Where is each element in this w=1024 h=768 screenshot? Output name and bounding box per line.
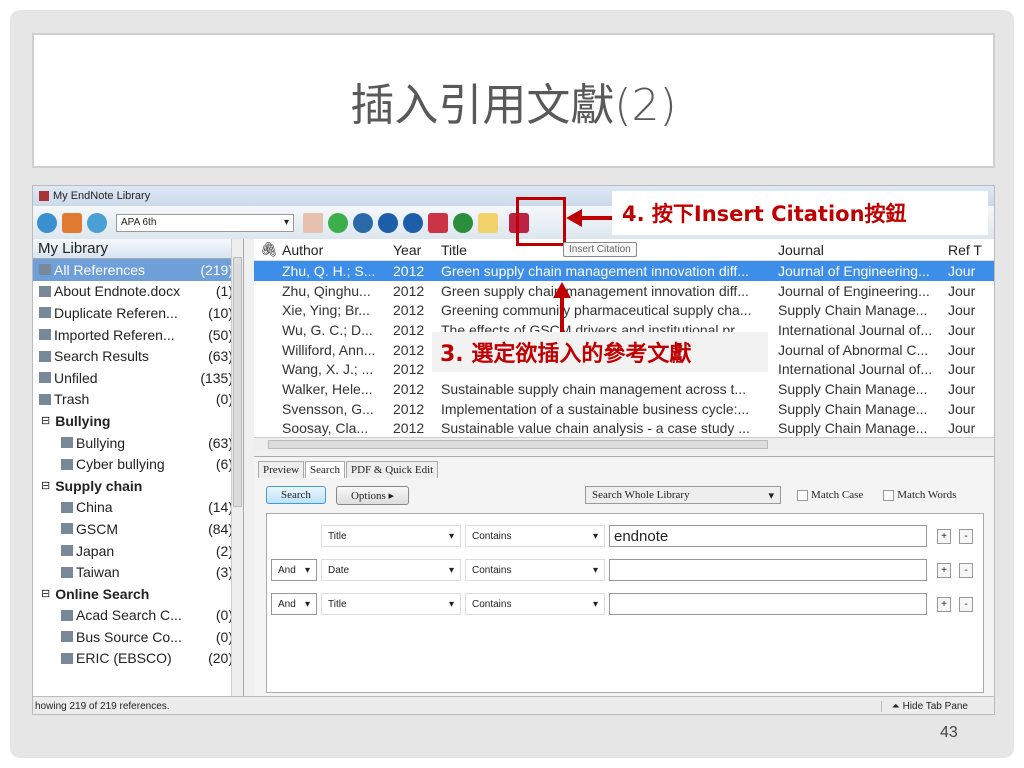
arrow-step3 <box>553 282 571 332</box>
page-number: 43 <box>940 724 958 741</box>
callout-step3: 3. 選定欲插入的參考文獻 <box>432 332 768 372</box>
arrow-step4 <box>566 209 612 227</box>
callout-arrows <box>553 209 612 332</box>
callout-step4: 4. 按下Insert Citation按鈕 <box>612 191 988 235</box>
